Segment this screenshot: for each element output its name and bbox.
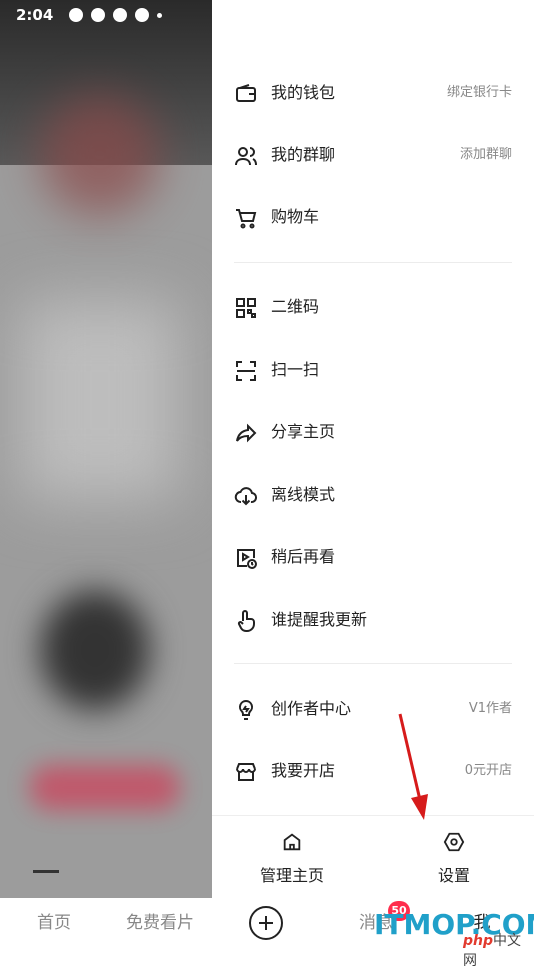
- manage-home-label: 管理主页: [259, 866, 324, 885]
- menu-item-label: 谁提醒我更新: [271, 610, 368, 629]
- shop-icon: [236, 763, 256, 781]
- menu-item-label: 稍后再看: [271, 547, 336, 566]
- group-chat-icon: [235, 147, 257, 166]
- app-notification-icon: [113, 8, 128, 22]
- menu-divider: [234, 663, 512, 664]
- drawer-bottom-bar: 管理主页 设置: [212, 815, 534, 899]
- menu-item-qrcode[interactable]: 二维码: [212, 287, 534, 327]
- menu-item-label: 购物车: [271, 207, 320, 226]
- menu-item-share-home[interactable]: 分享主页: [212, 412, 534, 452]
- menu-item-hint: V1作者: [468, 701, 512, 716]
- wallet-icon: [236, 84, 256, 102]
- menu-item-group-chat[interactable]: 我的群聊 添加群聊: [212, 135, 534, 175]
- settings-icon: [443, 832, 465, 852]
- menu-item-watch-later[interactable]: 稍后再看: [212, 537, 534, 577]
- menu-item-label: 我的群聊: [271, 145, 336, 164]
- manage-home-button[interactable]: 管理主页: [222, 816, 362, 899]
- watch-later-icon: [237, 549, 257, 569]
- qrcode-icon: [236, 298, 256, 318]
- menu-item-creator-center[interactable]: 创作者中心 V1作者: [212, 689, 534, 729]
- watermark-php: php中文网: [463, 930, 534, 970]
- tab-free-watch[interactable]: 免费看片: [112, 898, 208, 950]
- menu-item-hint: 绑定银行卡: [446, 85, 512, 100]
- settings-label: 设置: [437, 866, 470, 885]
- menu-item-hint: 0元开店: [464, 763, 512, 778]
- menu-item-label: 分享主页: [271, 422, 336, 441]
- status-time: 2:04: [16, 6, 54, 24]
- menu-item-remind-update[interactable]: 谁提醒我更新: [212, 600, 534, 640]
- menu-item-label: 我的钱包: [271, 83, 336, 102]
- cart-icon: [236, 209, 257, 229]
- app-notification-icon: [135, 8, 150, 22]
- status-bar: 2:04: [0, 0, 212, 30]
- menu-item-open-shop[interactable]: 我要开店 0元开店: [212, 751, 534, 791]
- scan-icon: [236, 361, 256, 381]
- weibo-notification-icon: [69, 8, 84, 22]
- more-notifications-icon: [157, 12, 163, 18]
- create-plus-button[interactable]: [249, 906, 283, 940]
- menu-item-offline-mode[interactable]: 离线模式: [212, 475, 534, 515]
- menu-item-label: 我要开店: [271, 761, 336, 780]
- menu-divider: [234, 262, 512, 263]
- menu-item-label: 二维码: [271, 297, 320, 316]
- app-notification-icon: [91, 8, 106, 22]
- offline-download-icon: [234, 487, 258, 506]
- settings-button[interactable]: 设置: [384, 816, 524, 899]
- menu-item-label: 创作者中心: [271, 699, 352, 718]
- remind-update-icon: [237, 610, 255, 632]
- menu-item-hint: 添加群聊: [459, 147, 512, 162]
- menu-item-cart[interactable]: 购物车: [212, 197, 534, 237]
- watermark-php-logo: php: [463, 933, 494, 949]
- menu-item-label: 离线模式: [271, 485, 336, 504]
- menu-item-wallet[interactable]: 我的钱包 绑定银行卡: [212, 73, 534, 113]
- share-icon: [236, 423, 257, 443]
- tab-home[interactable]: 首页: [20, 898, 88, 950]
- home-icon: [283, 833, 301, 851]
- menu-item-scan[interactable]: 扫一扫: [212, 350, 534, 390]
- menu-item-label: 扫一扫: [271, 360, 320, 379]
- side-drawer: 我的钱包 绑定银行卡 我的群聊 添加群聊 购物车 二维码 扫一扫 分享主页 离线…: [212, 0, 534, 899]
- lightbulb-icon: [238, 699, 254, 720]
